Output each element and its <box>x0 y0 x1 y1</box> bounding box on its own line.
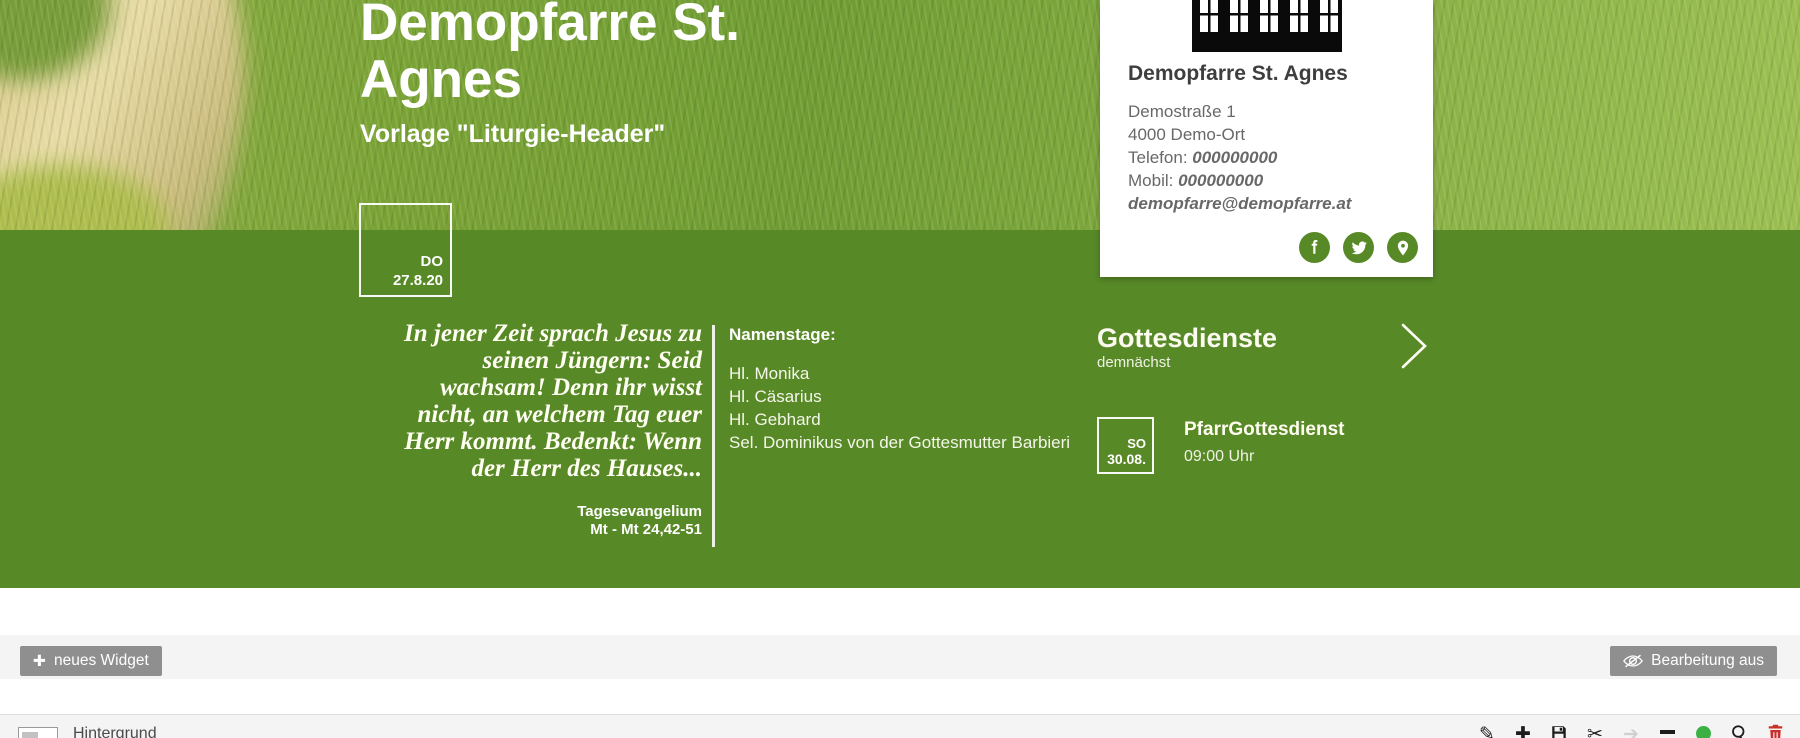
page-subtitle: Vorlage "Liturgie-Header" <box>360 120 665 149</box>
namenstage-item: Hl. Monika <box>729 362 1089 385</box>
magnifier-icon[interactable] <box>1729 724 1749 738</box>
background-label: Hintergrund <box>73 725 157 738</box>
edit-off-button[interactable]: Bearbeitung aus <box>1610 646 1777 676</box>
contact-mobile: 000000000 <box>1178 171 1263 190</box>
arrow-icon[interactable]: ➔ <box>1621 724 1641 738</box>
services-section: Gottesdienste demnächst <box>1097 323 1437 371</box>
parish-logo <box>1192 0 1342 52</box>
background-editor-bar: Hintergrund ✎ ✚ ✂ ➔ <box>0 714 1800 738</box>
contact-phone: 000000000 <box>1192 148 1277 167</box>
minus-icon[interactable] <box>1657 724 1677 738</box>
editor-icon-row: ✎ ✚ ✂ ➔ <box>1477 724 1785 738</box>
dirt-path-photo <box>0 0 305 230</box>
service-event-row[interactable]: SO 30.08. PfarrGottesdienst 09:00 Uhr <box>1097 417 1344 474</box>
event-date-box: SO 30.08. <box>1097 417 1154 474</box>
contact-city: 4000 Demo-Ort <box>1128 123 1351 146</box>
new-widget-button[interactable]: ✚ neues Widget <box>20 646 162 676</box>
contact-phone-line: Telefon: 000000000 <box>1128 146 1351 169</box>
hero-header: Demopfarre St. Agnes Vorlage "Liturgie-H… <box>0 0 1800 230</box>
gospel-source-label: Tagesevangelium <box>460 503 702 521</box>
contact-name: Demopfarre St. Agnes <box>1128 62 1348 86</box>
namenstage-item: Hl. Cäsarius <box>729 385 1089 408</box>
liturgy-date-box: DO 27.8.20 <box>359 203 452 297</box>
status-dot-icon[interactable] <box>1693 724 1713 738</box>
eye-slash-icon <box>1623 654 1643 668</box>
liturgy-date-day: DO <box>421 252 444 271</box>
new-widget-label: neues Widget <box>54 652 149 670</box>
save-icon[interactable] <box>1549 724 1569 738</box>
gospel-quote: In jener Zeit sprach Jesus zu seinen Jün… <box>378 320 702 482</box>
namenstage-item: Sel. Dominikus von der Gottesmutter Barb… <box>729 431 1089 454</box>
event-title[interactable]: PfarrGottesdienst <box>1184 419 1344 441</box>
edit-pencil-icon[interactable]: ✎ <box>1477 724 1497 738</box>
delete-icon[interactable] <box>1765 724 1785 738</box>
liturgy-date-value: 27.8.20 <box>393 271 443 290</box>
event-day: SO <box>1127 436 1146 451</box>
gospel-source: Tagesevangelium Mt - Mt 24,42-51 <box>460 503 702 539</box>
event-time: 09:00 Uhr <box>1184 448 1344 466</box>
contact-email[interactable]: demopfarre@demopfarre.at <box>1128 192 1351 215</box>
namenstage-section: Namenstage: Hl. Monika Hl. Cäsarius Hl. … <box>729 325 1089 454</box>
editor-toolbar: ✚ neues Widget Bearbeitung aus <box>0 635 1800 679</box>
cut-icon[interactable]: ✂ <box>1585 724 1605 738</box>
contact-address: Demostraße 1 4000 Demo-Ort Telefon: 0000… <box>1128 100 1351 215</box>
namenstage-heading: Namenstage: <box>729 325 1089 345</box>
namenstage-item: Hl. Gebhard <box>729 408 1089 431</box>
background-thumbnail[interactable] <box>18 727 58 738</box>
page: Demopfarre St. Agnes Vorlage "Liturgie-H… <box>0 0 1800 738</box>
edit-off-label: Bearbeitung aus <box>1651 652 1764 670</box>
twitter-icon[interactable] <box>1343 232 1374 263</box>
add-icon[interactable]: ✚ <box>1513 724 1533 738</box>
thumbnail-preview <box>22 732 38 738</box>
plus-icon: ✚ <box>33 652 46 670</box>
social-links <box>1299 232 1418 263</box>
grass-photo-decoration <box>0 165 170 230</box>
page-title: Demopfarre St. Agnes <box>360 0 840 108</box>
services-heading[interactable]: Gottesdienste <box>1097 323 1437 353</box>
services-subheading: demnächst <box>1097 354 1437 371</box>
grass-photo-decoration <box>0 0 110 80</box>
event-date: 30.08. <box>1107 451 1146 468</box>
chevron-right-icon[interactable] <box>1400 323 1428 369</box>
contact-mobile-line: Mobil: 000000000 <box>1128 169 1351 192</box>
location-pin-icon[interactable] <box>1387 232 1418 263</box>
contact-street: Demostraße 1 <box>1128 100 1351 123</box>
facebook-icon[interactable] <box>1299 232 1330 263</box>
vertical-divider <box>712 325 715 547</box>
contact-card: Demopfarre St. Agnes Demostraße 1 4000 D… <box>1100 0 1433 277</box>
gospel-source-ref: Mt - Mt 24,42-51 <box>460 521 702 539</box>
